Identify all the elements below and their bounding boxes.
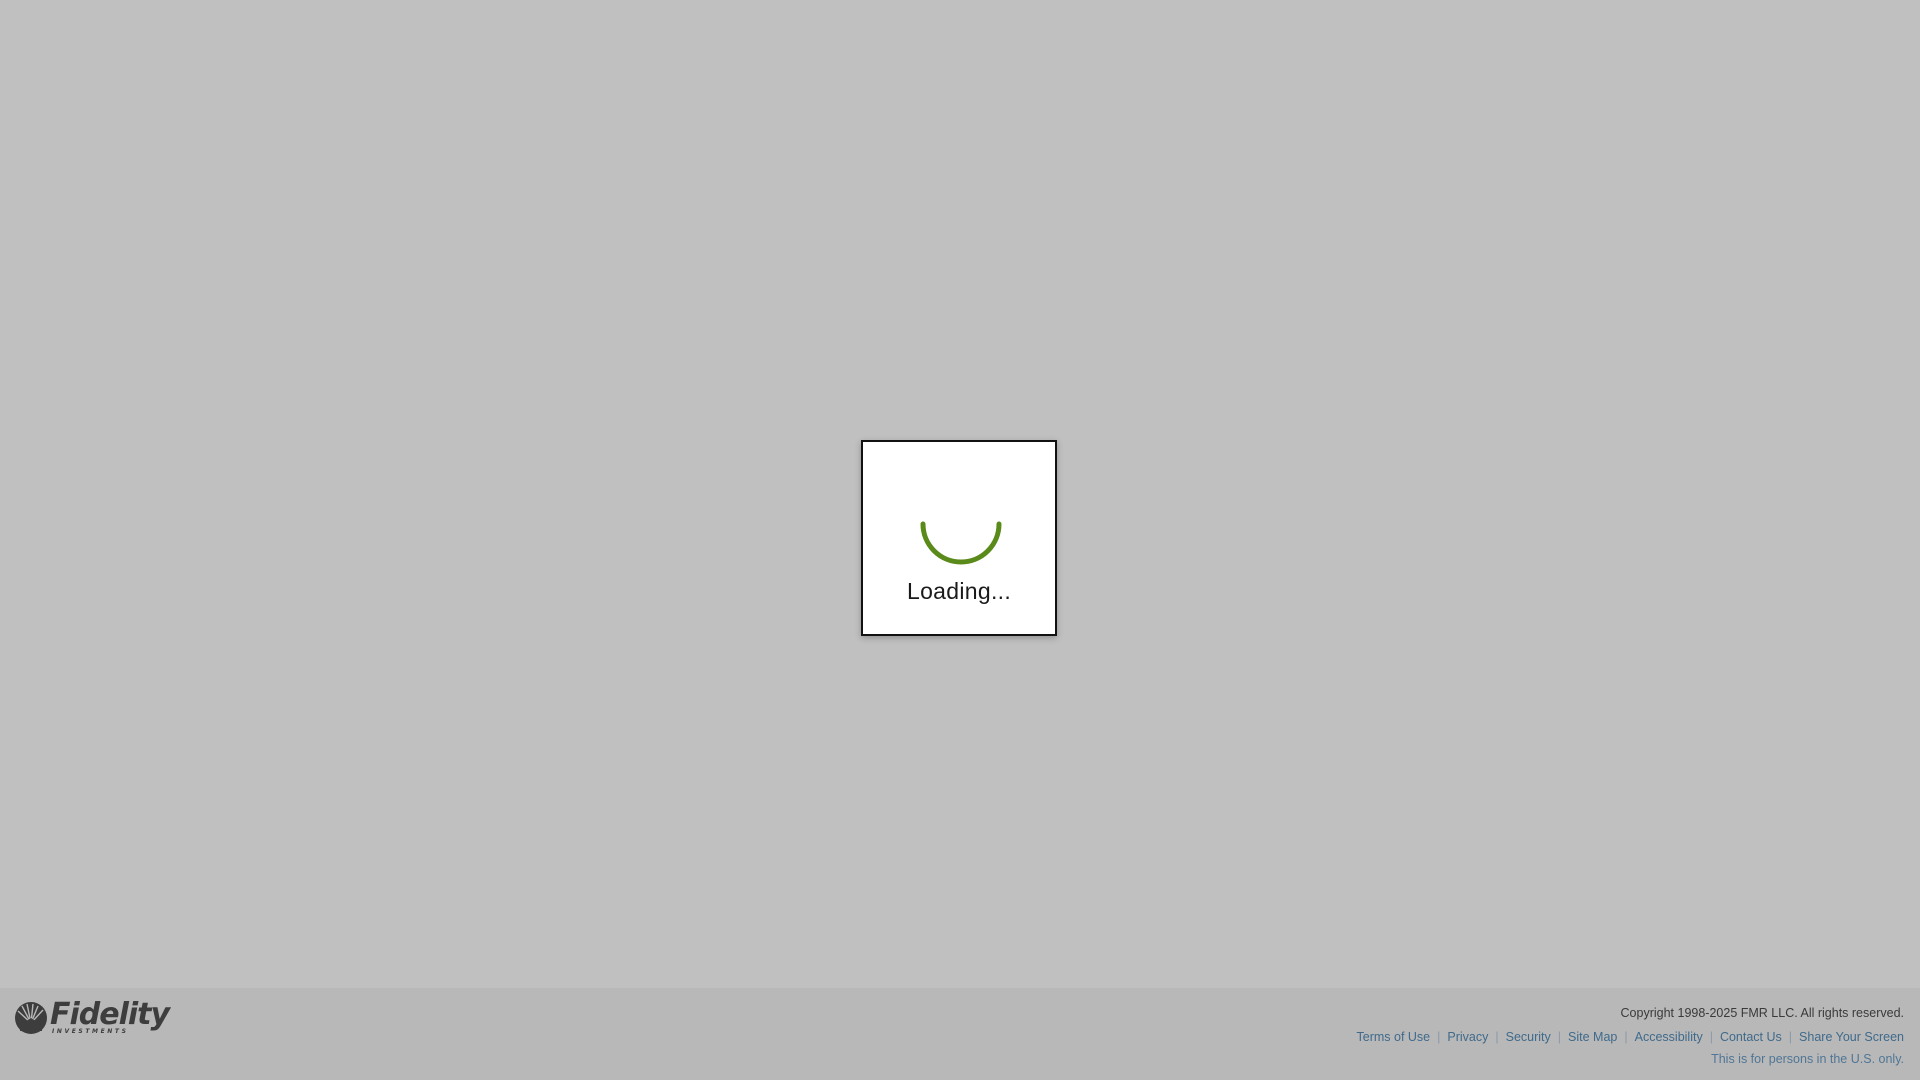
footer-links: Terms of Use | Privacy | Security | Site… [1357, 1026, 1905, 1048]
accessibility-link[interactable]: Accessibility [1635, 1028, 1703, 1046]
loading-dialog: Loading... [861, 440, 1057, 636]
fidelity-logo[interactable]: Fidelity INVESTMENTS [14, 997, 170, 1035]
link-separator: | [1495, 1030, 1499, 1044]
link-separator: | [1437, 1030, 1441, 1044]
us-disclaimer-text: This is for persons in the U.S. only. [1711, 1052, 1904, 1066]
share-your-screen-link[interactable]: Share Your Screen [1799, 1028, 1904, 1046]
page: Loading... Fidelity INVESTMENTS Copyrigh… [0, 0, 1920, 1080]
link-separator: | [1788, 1030, 1793, 1044]
terms-of-use-link[interactable]: Terms of Use [1357, 1028, 1431, 1046]
logo-subtitle: INVESTMENTS [52, 1028, 129, 1035]
logo-name: Fidelity [50, 997, 170, 1032]
link-separator: | [1709, 1030, 1713, 1044]
footer-legal: Copyright 1998-2025 FMR LLC. All rights … [1357, 1004, 1905, 1070]
loading-spinner-icon [920, 521, 1002, 565]
footer: Fidelity INVESTMENTS Copyright 1998-2025… [0, 988, 1920, 1080]
contact-us-link[interactable]: Contact Us [1720, 1028, 1782, 1046]
logo-wordmark: Fidelity INVESTMENTS [50, 997, 170, 1035]
site-map-link[interactable]: Site Map [1568, 1028, 1617, 1046]
link-separator: | [1557, 1030, 1562, 1044]
copyright-text: Copyright 1998-2025 FMR LLC. All rights … [1620, 1006, 1904, 1020]
fidelity-pyramid-icon [15, 1001, 47, 1034]
privacy-link[interactable]: Privacy [1447, 1028, 1488, 1046]
link-separator: | [1624, 1030, 1628, 1044]
loading-text: Loading... [906, 578, 1012, 604]
security-link[interactable]: Security [1506, 1028, 1551, 1046]
